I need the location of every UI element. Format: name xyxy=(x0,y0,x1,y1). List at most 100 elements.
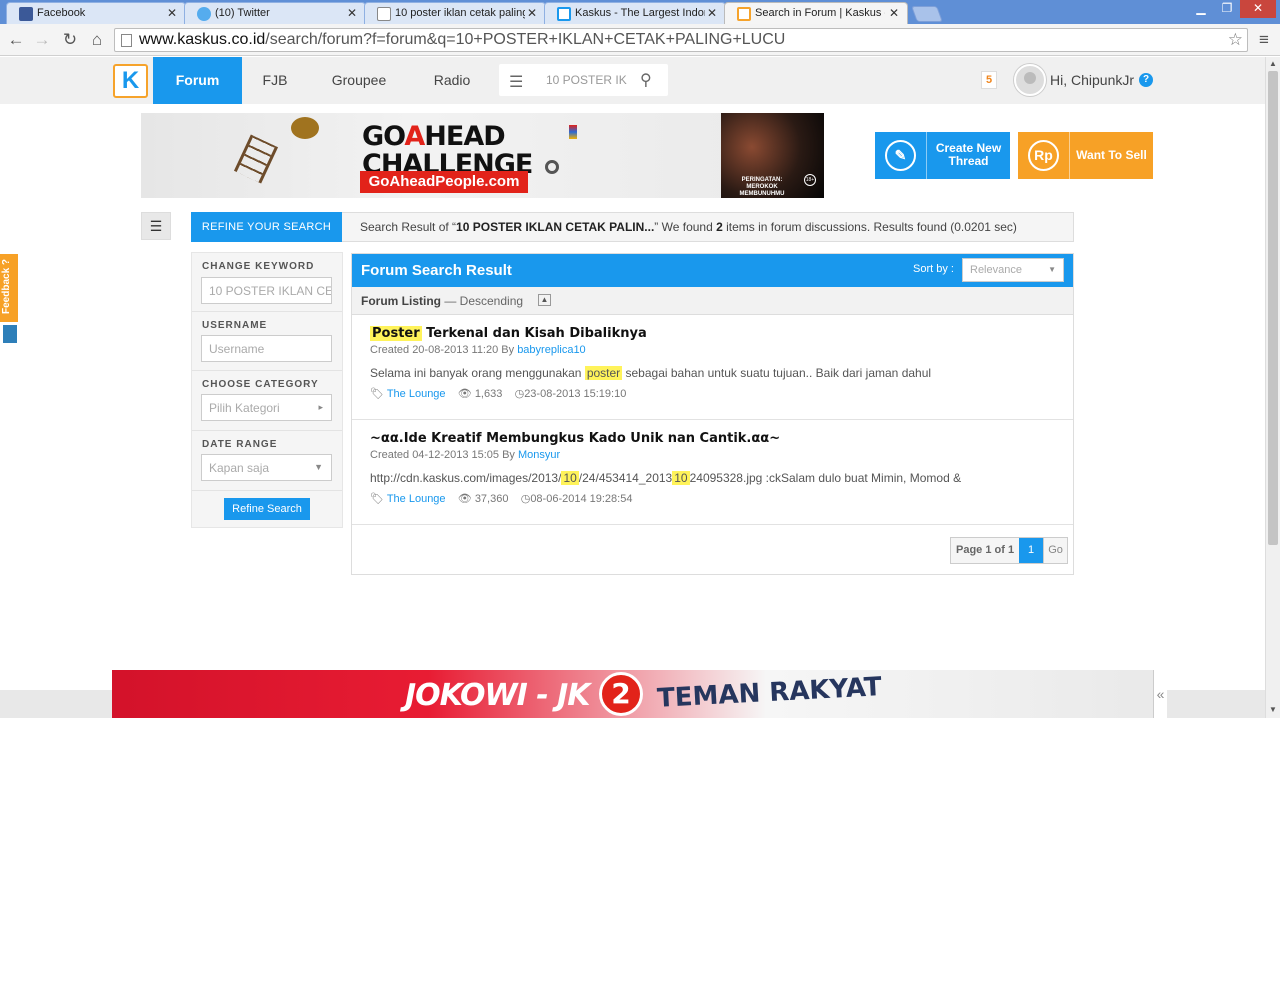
thread-footer: 🏷 The Lounge 👁 1,633 ◷23-08-2013 15:19:1… xyxy=(370,388,627,400)
forward-arrow-icon[interactable]: → xyxy=(32,30,52,50)
nav-fjb[interactable]: FJB xyxy=(254,57,296,104)
search-menu-icon[interactable]: ☰ xyxy=(509,72,523,92)
filter-date-section: DATE RANGE Kapan saja ▼ xyxy=(192,431,342,491)
listing-bar: Forum Listing — Descending ▲ xyxy=(352,287,1073,315)
browser-tabstrip: Facebook ✕ (10) Twitter ✕ 10 poster ikla… xyxy=(0,0,1280,26)
thread-title[interactable]: ~αα.Ide Kreatif Membungkus Kado Unik nan… xyxy=(370,431,780,446)
thread-excerpt: Selama ini banyak orang menggunakan post… xyxy=(370,366,932,380)
chevron-down-icon: ▼ xyxy=(1048,265,1056,274)
back-arrow-icon[interactable]: ← xyxy=(6,30,26,50)
page-icon xyxy=(121,34,132,47)
home-icon[interactable]: ⌂ xyxy=(87,30,107,50)
avatar[interactable] xyxy=(1014,64,1046,96)
list-item: ~αα.Ide Kreatif Membungkus Kado Unik nan… xyxy=(352,420,1073,525)
clock-icon: ◷ xyxy=(520,493,531,505)
kaskus-favicon-icon xyxy=(737,7,751,21)
pagination: Page 1 of 1 1 Go xyxy=(950,537,1069,564)
page-favicon-icon xyxy=(377,7,391,21)
thread-meta: Created 04-12-2013 15:05 By Monsyur xyxy=(370,449,561,461)
browser-tab-poster[interactable]: 10 poster iklan cetak paling lu ✕ xyxy=(364,2,546,24)
browser-tab-facebook[interactable]: Facebook ✕ xyxy=(6,2,186,24)
chevron-right-icon: ▸ xyxy=(318,402,323,412)
category-link[interactable]: The Lounge xyxy=(387,388,446,400)
filter-username-section: USERNAME Username xyxy=(192,312,342,371)
close-tab-icon[interactable]: ✕ xyxy=(527,6,537,20)
age-badge: 18+ xyxy=(804,174,816,186)
stack-decoration xyxy=(569,125,577,139)
banner-url: GoAheadPeople.com xyxy=(360,171,528,193)
category-link[interactable]: The Lounge xyxy=(387,493,446,505)
filter-panel: CHANGE KEYWORD 10 POSTER IKLAN CE USERNA… xyxy=(191,252,343,528)
search-icon[interactable]: ⚲ xyxy=(640,70,652,90)
collapse-ad-icon[interactable]: « xyxy=(1153,670,1167,718)
clock-icon: ◷ xyxy=(514,388,525,400)
category-select[interactable]: Pilih Kategori ▸ xyxy=(201,394,332,421)
site-search: ☰ 10 POSTER IK ⚲ xyxy=(499,64,668,96)
author-link[interactable]: babyreplica10 xyxy=(517,344,586,356)
feedback-tab[interactable]: Feedback ? xyxy=(0,254,18,322)
list-item: Poster Terkenal dan Kisah Dibaliknya Cre… xyxy=(352,315,1073,420)
username-input[interactable]: Username xyxy=(201,335,332,362)
eye-icon: 👁 xyxy=(457,388,472,400)
results-panel: Forum Search Result Sort by : Relevance ▼… xyxy=(351,253,1074,575)
close-tab-icon[interactable]: ✕ xyxy=(167,6,177,20)
refine-your-search-tab[interactable]: REFINE YOUR SEARCH xyxy=(191,212,342,242)
author-link[interactable]: Monsyur xyxy=(518,449,560,461)
page-1-button[interactable]: 1 xyxy=(1019,538,1044,563)
go-ahead-banner-ad[interactable]: GOAHEAD CHALLENGE GoAheadPeople.com PERI… xyxy=(141,113,824,198)
close-tab-icon[interactable]: ✕ xyxy=(889,6,899,20)
user-greeting[interactable]: Hi, ChipunkJr xyxy=(1050,72,1134,88)
page-scrollbar[interactable]: ▲ ▼ xyxy=(1265,57,1280,718)
notification-badge[interactable]: 5 xyxy=(981,71,997,89)
page-info: Page 1 of 1 xyxy=(956,544,1015,556)
nav-forum[interactable]: Forum xyxy=(153,57,242,104)
collapse-icon[interactable]: ▲ xyxy=(538,294,551,306)
scroll-up-icon[interactable]: ▲ xyxy=(1269,59,1277,68)
help-icon[interactable]: ? xyxy=(1139,73,1153,87)
keyword-input[interactable]: 10 POSTER IKLAN CE xyxy=(201,277,332,304)
filter-keyword-section: CHANGE KEYWORD 10 POSTER IKLAN CE xyxy=(192,253,342,312)
close-tab-icon[interactable]: ✕ xyxy=(347,6,357,20)
tag-icon: 🏷 xyxy=(370,493,384,505)
nav-groupee[interactable]: Groupee xyxy=(322,57,396,104)
close-tab-icon[interactable]: ✕ xyxy=(707,6,717,20)
new-tab-button[interactable] xyxy=(911,6,943,22)
restore-icon[interactable]: ❐ xyxy=(1214,0,1240,18)
chevron-down-icon: ▼ xyxy=(314,462,323,472)
site-search-input[interactable]: 10 POSTER IK xyxy=(546,73,627,87)
twitter-favicon-icon xyxy=(197,7,211,21)
sidebar-toggle-icon[interactable]: ☰ xyxy=(141,212,171,240)
address-bar[interactable]: www.kaskus.co.id/search/forum?f=forum&q=… xyxy=(114,28,1248,52)
tag-icon: 🏷 xyxy=(370,388,384,400)
want-to-sell-button[interactable]: Rp Want To Sell xyxy=(1018,132,1153,179)
sort-label: Sort by : xyxy=(913,263,954,275)
go-button[interactable]: Go xyxy=(1043,538,1067,563)
sort-select[interactable]: Relevance ▼ xyxy=(962,258,1064,282)
date-range-select[interactable]: Kapan saja ▼ xyxy=(201,454,332,481)
scrollbar-thumb[interactable] xyxy=(1268,71,1278,545)
eye-icon: 👁 xyxy=(457,493,472,505)
kaskus-logo[interactable]: K xyxy=(113,64,148,98)
jokowi-jk-banner-ad[interactable]: JOKOWI - JK 2 TEMAN RAKYAT « xyxy=(112,670,1167,718)
create-new-thread-button[interactable]: ✎ Create New Thread xyxy=(875,132,1010,179)
ring-decoration xyxy=(545,160,559,174)
browser-tab-search-active[interactable]: Search in Forum | Kaskus - Th ✕ xyxy=(724,2,908,26)
kaskus-favicon-icon xyxy=(557,7,571,21)
feedback-widget-icon[interactable] xyxy=(2,324,18,344)
browser-tab-kaskus[interactable]: Kaskus - The Largest Indone ✕ xyxy=(544,2,726,24)
close-window-icon[interactable]: ✕ xyxy=(1240,0,1276,18)
pencil-icon: ✎ xyxy=(885,140,916,171)
smoking-warning: PERINGATAN: MEROKOK MEMBUNUHMU xyxy=(739,177,785,197)
refine-search-button[interactable]: Refine Search xyxy=(224,498,310,520)
pot-decoration xyxy=(291,117,319,139)
thread-title[interactable]: Poster Terkenal dan Kisah Dibaliknya xyxy=(370,326,647,341)
nav-radio[interactable]: Radio xyxy=(424,57,480,104)
browser-menu-icon[interactable]: ≡ xyxy=(1254,30,1274,50)
bookmark-star-icon[interactable]: ☆ xyxy=(1228,30,1243,50)
minimize-icon[interactable]: ▁ xyxy=(1188,0,1214,18)
scroll-down-icon[interactable]: ▼ xyxy=(1269,705,1277,714)
results-header: Forum Search Result Sort by : Relevance ▼ xyxy=(352,254,1073,287)
reload-icon[interactable]: ↻ xyxy=(60,30,80,50)
thread-excerpt: http://cdn.kaskus.com/images/2013/10/24/… xyxy=(370,471,962,485)
browser-tab-twitter[interactable]: (10) Twitter ✕ xyxy=(184,2,366,24)
